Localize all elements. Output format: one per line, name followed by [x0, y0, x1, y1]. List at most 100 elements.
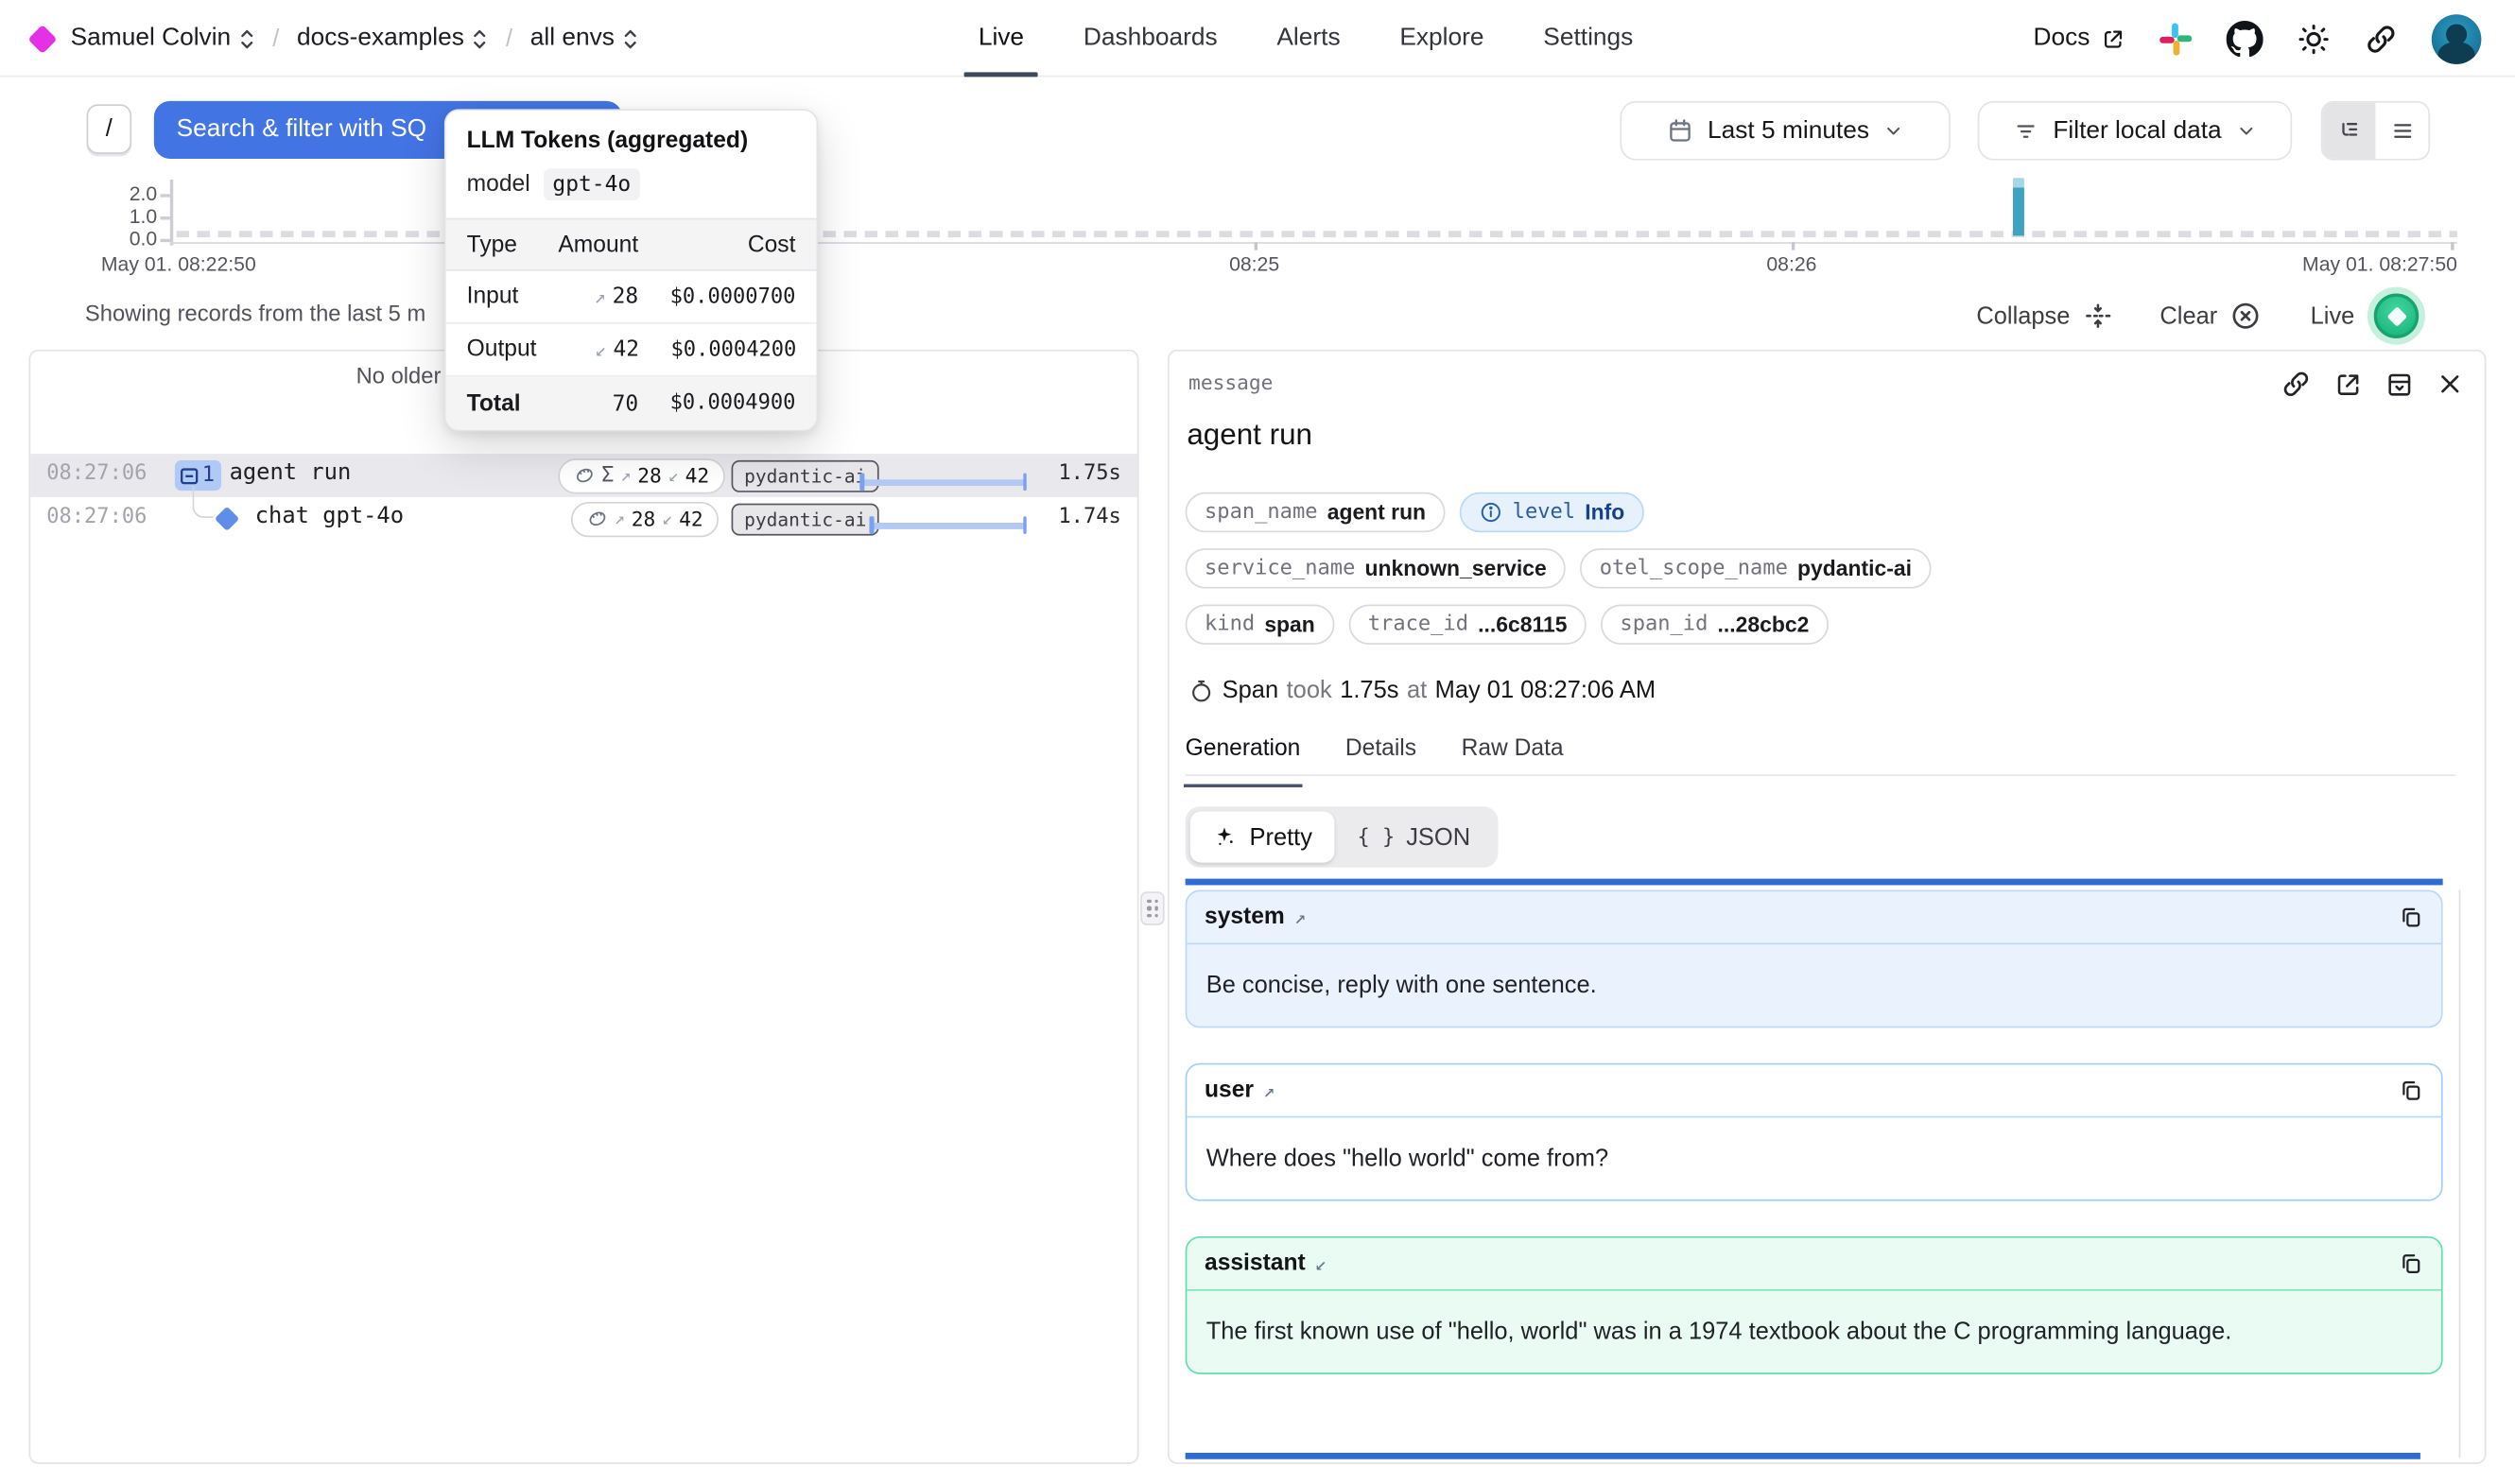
at-word: at [1407, 677, 1427, 704]
y-axis-line [170, 180, 173, 246]
direction-arrow-icon: ↗ [1294, 906, 1306, 928]
copy-link-icon[interactable] [2281, 369, 2311, 399]
input-arrow-icon: ↗ [615, 509, 625, 529]
open-in-new-icon[interactable] [2333, 370, 2363, 399]
badge-level[interactable]: level Info [1460, 492, 1644, 532]
trace-list-panel: No older 08:27:06 1 agent run Σ ↗ 28 ↙ 4… [29, 350, 1139, 1464]
col-amount: Amount [536, 232, 639, 257]
badge-service-name[interactable]: service_name unknown_service [1186, 548, 1566, 588]
tab-dashboards[interactable]: Dashboards [1084, 0, 1218, 77]
cost-value: $0.0004200 [639, 337, 796, 361]
list-view-icon [2389, 118, 2415, 144]
scope-tag[interactable]: pydantic-ai [732, 459, 879, 492]
pretty-toggle[interactable]: Pretty [1190, 811, 1335, 862]
json-toggle[interactable]: { } JSON [1335, 811, 1493, 862]
timestamp-value: May 01 08:27:06 AM [1435, 677, 1656, 704]
role-label: system [1205, 905, 1285, 930]
token-usage-pill[interactable]: ↗ 28 ↙ 42 [571, 501, 720, 536]
braces-icon: { } [1357, 825, 1395, 849]
close-icon[interactable] [2437, 371, 2464, 398]
env-switcher[interactable]: all envs [530, 24, 639, 53]
theme-sun-icon[interactable] [2297, 22, 2331, 56]
scroll-rule-top [1186, 879, 2443, 885]
chevron-updown-icon [622, 26, 638, 50]
breadcrumb-separator: / [506, 25, 512, 52]
filter-local-data-dropdown[interactable]: Filter local data [1978, 101, 2293, 161]
filter-label: Filter local data [2053, 116, 2221, 146]
tooltip-title: LLM Tokens (aggregated) [446, 129, 817, 154]
span-word: Span [1223, 677, 1278, 704]
tab-settings[interactable]: Settings [1543, 0, 1633, 77]
message-card-assistant: assistant ↙ The first known use of "hell… [1186, 1236, 2443, 1374]
save-view-icon[interactable] [2385, 370, 2415, 399]
y-tickmark [161, 239, 170, 242]
live-toggle[interactable]: Live [2311, 287, 2425, 345]
duration-cap-right [1022, 473, 1026, 491]
external-link-icon [2101, 26, 2125, 50]
span-name: agent run [230, 460, 352, 486]
badge-kind[interactable]: kind span [1186, 605, 1334, 645]
badge-span-id[interactable]: span_id ...28cbc2 [1601, 605, 1829, 645]
scrollbar-track[interactable] [2459, 890, 2461, 1458]
amount-value: 42 [613, 336, 639, 362]
detail-tabs: Generation Details Raw Data [1186, 736, 2456, 776]
coin-icon [574, 465, 595, 486]
org-switcher[interactable]: Samuel Colvin [71, 24, 255, 53]
tree-view-toggle[interactable] [2322, 103, 2375, 159]
duration-value: 1.75s [1340, 677, 1398, 704]
calendar-icon [1666, 117, 1693, 145]
tab-raw-data[interactable]: Raw Data [1462, 736, 1564, 775]
output-arrow-icon: ↙ [595, 338, 606, 361]
output-arrow-icon: ↙ [662, 509, 672, 529]
breadcrumb-separator: / [272, 25, 279, 52]
docs-link[interactable]: Docs [2034, 24, 2125, 53]
trace-row-chat-gpt4o[interactable]: 08:27:06 chat gpt-4o ↗ 28 ↙ 42 pydantic-… [30, 497, 1137, 541]
y-tick-0: 0.0 [109, 228, 157, 250]
user-avatar[interactable] [2432, 13, 2482, 63]
scope-tag[interactable]: pydantic-ai [732, 503, 879, 535]
clear-button[interactable]: Clear [2159, 300, 2262, 332]
message-card-user: user ↗ Where does "hello world" come fro… [1186, 1063, 2443, 1201]
tree-view-icon [2336, 118, 2362, 144]
badge-otel-scope[interactable]: otel_scope_name pydantic-ai [1580, 548, 1931, 588]
tooltip-table-header: Type Amount Cost [446, 218, 817, 271]
record-kind-label: message [1188, 371, 1273, 394]
time-range-dropdown[interactable]: Last 5 minutes [1620, 101, 1950, 161]
output-tokens: 42 [685, 463, 710, 487]
direction-arrow-icon: ↗ [1263, 1079, 1275, 1102]
badge-span-name[interactable]: span_name agent run [1186, 492, 1446, 532]
copy-icon[interactable] [2398, 1251, 2423, 1276]
list-view-toggle[interactable] [2375, 103, 2428, 159]
output-tokens: 42 [679, 507, 703, 530]
histogram-bar[interactable] [2013, 187, 2023, 235]
records-histogram: 2.0 1.0 0.0 May 01. 08:22:50 08:25 08:26… [0, 173, 2515, 285]
tab-explore[interactable]: Explore [1399, 0, 1483, 77]
token-usage-pill[interactable]: Σ ↗ 28 ↙ 42 [558, 457, 725, 492]
tab-live[interactable]: Live [979, 0, 1024, 77]
tab-alerts[interactable]: Alerts [1276, 0, 1340, 77]
chevron-down-icon [1883, 120, 1904, 141]
panel-resize-handle[interactable] [1140, 891, 1164, 925]
tab-generation[interactable]: Generation [1186, 736, 1301, 775]
copy-icon[interactable] [2398, 905, 2423, 930]
github-icon[interactable] [2227, 20, 2264, 57]
info-icon [1479, 500, 1502, 524]
collapse-button[interactable]: Collapse [1976, 302, 2111, 331]
duration-text: 1.74s [1058, 505, 1120, 528]
duration-bar [859, 473, 1026, 491]
chevron-updown-icon [472, 26, 488, 50]
tab-details[interactable]: Details [1345, 736, 1416, 775]
message-text: Be concise, reply with one sentence. [1187, 944, 2441, 1027]
span-title: agent run [1187, 417, 1312, 452]
x-tickmark [1255, 242, 1258, 250]
share-link-icon[interactable] [2365, 22, 2399, 56]
time-range-label: Last 5 minutes [1708, 116, 1869, 146]
project-switcher[interactable]: docs-examples [297, 24, 488, 53]
clear-label: Clear [2159, 302, 2217, 330]
message-header: assistant ↙ [1187, 1238, 2441, 1291]
slack-icon[interactable] [2159, 22, 2193, 56]
live-indicator-button[interactable] [2368, 287, 2425, 345]
copy-icon[interactable] [2398, 1078, 2423, 1103]
duration-cap-left [869, 516, 873, 534]
badge-trace-id[interactable]: trace_id ...6c8115 [1348, 605, 1586, 645]
